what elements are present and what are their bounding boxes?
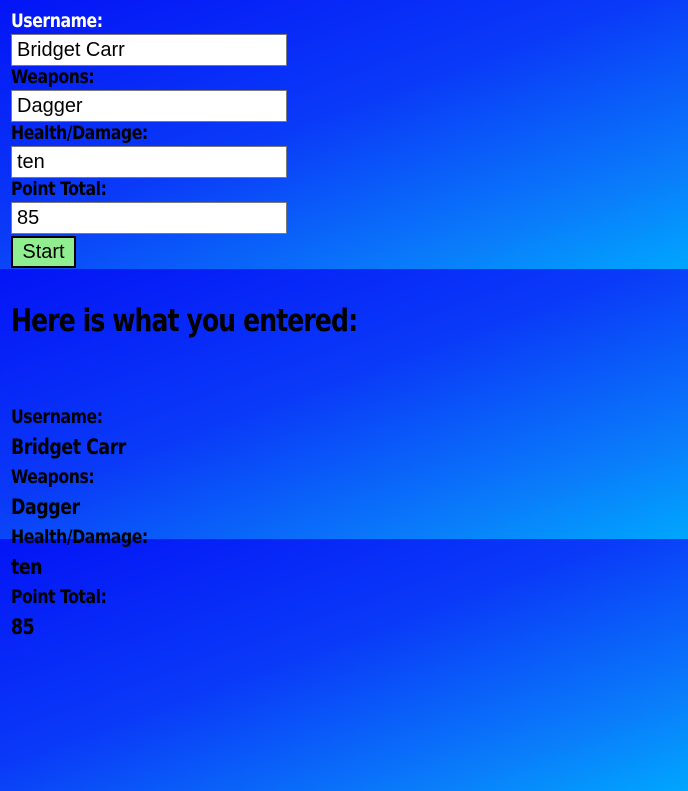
page-content: Username: Weapons: Health/Damage: Point … bbox=[0, 0, 688, 642]
character-form: Username: Weapons: Health/Damage: Point … bbox=[11, 10, 688, 268]
result-point-total-value: 85 bbox=[11, 615, 35, 639]
start-button[interactable]: Start bbox=[11, 236, 76, 268]
health-damage-input[interactable] bbox=[11, 146, 287, 178]
username-label: Username: bbox=[11, 10, 103, 32]
results-heading: Here is what you entered: bbox=[11, 303, 358, 339]
point-total-input[interactable] bbox=[11, 202, 287, 234]
result-weapons-label: Weapons: bbox=[11, 466, 95, 488]
point-total-label: Point Total: bbox=[11, 178, 107, 200]
username-input[interactable] bbox=[11, 34, 287, 66]
result-username-value: Bridget Carr bbox=[11, 435, 126, 459]
result-point-total-label: Point Total: bbox=[11, 586, 107, 608]
result-weapons-value: Dagger bbox=[11, 495, 80, 519]
weapons-input[interactable] bbox=[11, 90, 287, 122]
health-damage-label: Health/Damage: bbox=[11, 122, 148, 144]
result-health-damage-label: Health/Damage: bbox=[11, 526, 148, 548]
result-username-label: Username: bbox=[11, 406, 103, 428]
weapons-label: Weapons: bbox=[11, 66, 95, 88]
results-summary: Username: Bridget Carr Weapons: Dagger H… bbox=[11, 402, 688, 642]
result-health-damage-value: ten bbox=[11, 555, 43, 579]
